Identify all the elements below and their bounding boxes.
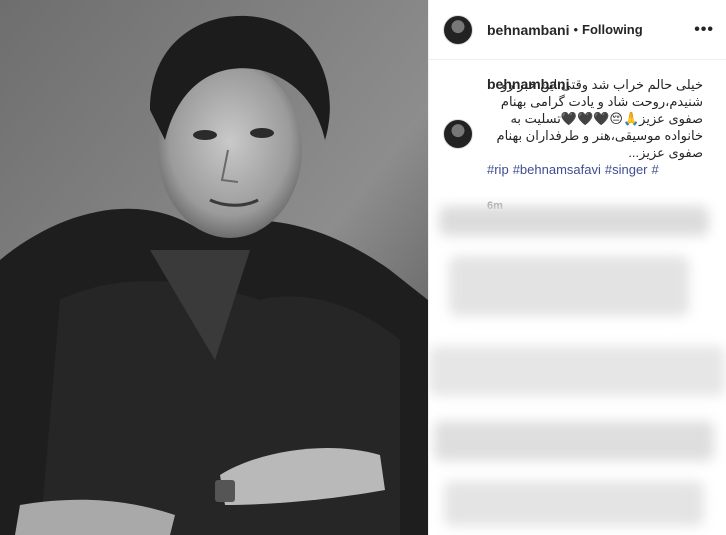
blurred-block [429, 346, 725, 396]
caption-comment: behnambani خیلی حالم خراب شد وقتی این خب… [429, 60, 726, 178]
profile-avatar[interactable] [443, 14, 473, 45]
caption-text: خیلی حالم خراب شد وقتی این خبر رو شنیدم،… [496, 77, 703, 160]
header-separator: • [573, 22, 579, 37]
blurred-block [439, 206, 709, 236]
post-side-panel: behnambani • Following ••• behnambani خی… [428, 0, 726, 535]
hashtag-link[interactable]: # [652, 162, 659, 177]
portrait-image [0, 0, 428, 535]
blurred-block [434, 421, 714, 461]
instagram-post: behnambani • Following ••• behnambani خی… [0, 0, 726, 535]
blurred-block [449, 256, 689, 316]
caption-body: behnambani خیلی حالم خراب شد وقتی این خب… [487, 76, 703, 178]
post-photo[interactable] [0, 0, 428, 535]
hashtag-link[interactable]: #rip [487, 162, 509, 177]
post-header: behnambani • Following ••• [429, 0, 726, 60]
more-options-icon[interactable]: ••• [694, 21, 714, 39]
caption-avatar[interactable] [443, 119, 473, 149]
hashtag-link[interactable]: #behnamsafavi [513, 162, 601, 177]
blurred-block [444, 481, 704, 526]
following-button[interactable]: Following [582, 22, 643, 37]
header-username[interactable]: behnambani [487, 22, 569, 38]
hashtag-list: #rip #behnamsafavi #singer # [487, 161, 703, 178]
blurred-comments-area [429, 196, 726, 535]
hashtag-link[interactable]: #singer [605, 162, 648, 177]
